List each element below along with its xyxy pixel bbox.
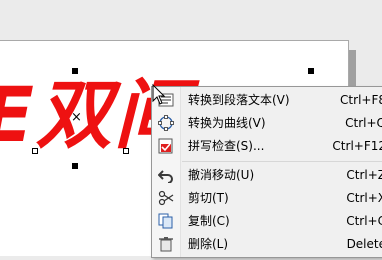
menu-item-convert-to-paragraph[interactable]: 转换到段落文本(V) Ctrl+F8 (152, 89, 382, 112)
menu-item-copy[interactable]: 复制(C) Ctrl+C (152, 210, 382, 233)
menu-item-label: 撤消移动(U) (188, 168, 255, 182)
menu-item-label: 转换为曲线(V) (188, 116, 266, 130)
menu-item-label: 剪切(T) (188, 191, 229, 205)
menu-item-convert-to-curves[interactable]: 转换为曲线(V) Ctrl+Q (152, 112, 382, 135)
menu-item-spell-check[interactable]: 拼写检查(S)... Ctrl+F12 (152, 135, 382, 158)
selection-handle-top-right[interactable] (308, 68, 314, 74)
rotation-center-marker[interactable]: × (71, 111, 82, 124)
menu-item-shortcut: Ctrl+Q (345, 116, 382, 130)
spell-check-icon (158, 138, 174, 154)
menu-item-cut[interactable]: 剪切(T) Ctrl+X (152, 187, 382, 210)
delete-icon (158, 236, 174, 252)
menu-separator (182, 161, 382, 162)
node-handle-middle[interactable] (123, 148, 129, 154)
context-menu: 转换到段落文本(V) Ctrl+F8 转换为曲线(V) Ctrl+Q 拼写检查(… (151, 86, 382, 258)
menu-item-label: 转换到段落文本(V) (188, 93, 290, 107)
menu-item-undo-move[interactable]: 撤消移动(U) Ctrl+Z (152, 164, 382, 187)
convert-to-curves-icon (158, 115, 174, 131)
menu-item-shortcut: Ctrl+Z (346, 168, 382, 182)
mouse-pointer-icon (152, 84, 166, 105)
menu-item-label: 复制(C) (188, 214, 230, 228)
menu-item-shortcut: Ctrl+X (346, 191, 382, 205)
scissors-icon (158, 190, 174, 206)
copy-icon (158, 213, 174, 229)
menu-item-shortcut: Ctrl+F8 (340, 93, 382, 107)
selection-handle-top-left[interactable] (72, 68, 78, 74)
menu-item-shortcut: Ctrl+F12 (332, 139, 382, 153)
selection-handle-bottom-middle[interactable] (72, 163, 78, 169)
menu-item-shortcut: Ctrl+C (346, 214, 382, 228)
undo-icon (157, 167, 174, 184)
node-handle-left[interactable] (32, 148, 38, 154)
menu-item-label: 拼写检查(S)... (188, 139, 265, 153)
